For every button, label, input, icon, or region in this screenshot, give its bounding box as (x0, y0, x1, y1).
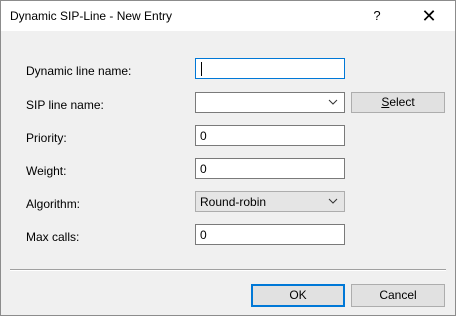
max-calls-input[interactable]: 0 (195, 224, 345, 245)
chevron-down-icon[interactable] (328, 97, 338, 107)
weight-value: 0 (200, 162, 207, 176)
chevron-down-icon[interactable] (328, 196, 338, 206)
select-button[interactable]: Select (351, 92, 445, 113)
close-button[interactable]: ✕ (412, 4, 446, 28)
priority-value: 0 (200, 129, 207, 143)
max-calls-label: Max calls: (26, 230, 80, 244)
ok-button[interactable]: OK (251, 284, 345, 307)
title-bar: Dynamic SIP-Line - New Entry ? ✕ (1, 1, 455, 31)
help-button[interactable]: ? (364, 4, 390, 28)
algorithm-value: Round-robin (200, 195, 267, 209)
priority-input[interactable]: 0 (195, 125, 345, 146)
priority-label: Priority: (26, 131, 67, 145)
dynamic-line-name-input[interactable] (195, 58, 345, 79)
weight-input[interactable]: 0 (195, 158, 345, 179)
sip-line-name-label: SIP line name: (26, 98, 104, 112)
dialog-window: Dynamic SIP-Line - New Entry ? ✕ Dynamic… (0, 0, 456, 316)
dialog-title: Dynamic SIP-Line - New Entry (10, 9, 173, 23)
dynamic-line-name-label: Dynamic line name: (26, 64, 132, 78)
cancel-button[interactable]: Cancel (351, 284, 445, 307)
sip-line-name-combo[interactable] (195, 92, 345, 113)
algorithm-select[interactable]: Round-robin (195, 191, 345, 212)
weight-label: Weight: (26, 164, 67, 178)
max-calls-value: 0 (200, 228, 207, 242)
divider (10, 269, 446, 271)
algorithm-label: Algorithm: (26, 197, 81, 211)
select-button-label: elect (389, 95, 415, 109)
text-caret (201, 62, 202, 76)
